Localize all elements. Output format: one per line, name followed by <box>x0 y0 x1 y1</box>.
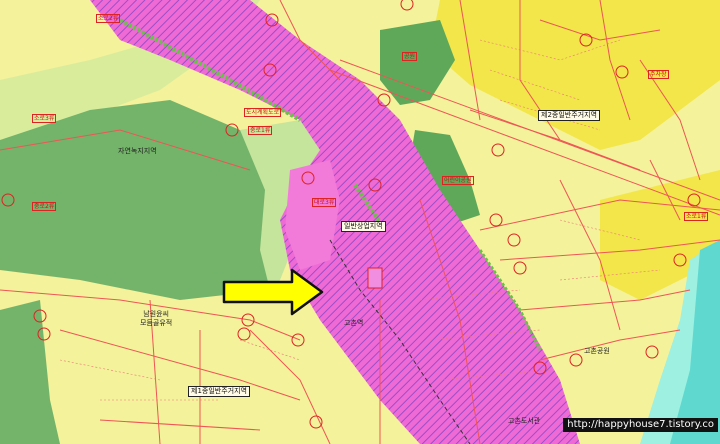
zoning-map: 제2종일반주거지역 일반상업지역 제1종일반주거지역 자연녹지지역 남원윤씨 모… <box>0 0 720 444</box>
road-code-label: 어린이공원 <box>442 176 474 185</box>
road-code-label: 공원 <box>402 52 418 61</box>
road-code-label: 도시계획도로 <box>244 108 282 117</box>
station-marker <box>367 267 383 289</box>
place-station: 고촌역 <box>344 319 364 327</box>
road-code-label: 중로2류 <box>32 202 57 211</box>
place-library: 고촌도서관 <box>508 417 541 425</box>
road-code-label: 중로1류 <box>248 126 273 135</box>
road-code-label: 소로2류 <box>96 14 121 23</box>
zone-label-commercial: 일반상업지역 <box>341 221 386 232</box>
road-code-label: 소로1류 <box>684 212 709 221</box>
watermark-url: http://happyhouse7.tistory.co <box>563 418 718 432</box>
place-park: 고촌공원 <box>584 347 610 355</box>
zone-label-nature-green: 자연녹지지역 <box>118 147 157 155</box>
zone-label-residential-1: 제1종일반주거지역 <box>188 386 250 397</box>
place-park-relic: 남원윤씨 모듬골유적 <box>140 310 173 327</box>
road-code-label: 대로3류 <box>312 198 337 207</box>
road-code-label: 소로3류 <box>32 114 57 123</box>
road-code-label: 주차장 <box>648 70 669 79</box>
zone-label-residential-2: 제2종일반주거지역 <box>538 110 600 121</box>
